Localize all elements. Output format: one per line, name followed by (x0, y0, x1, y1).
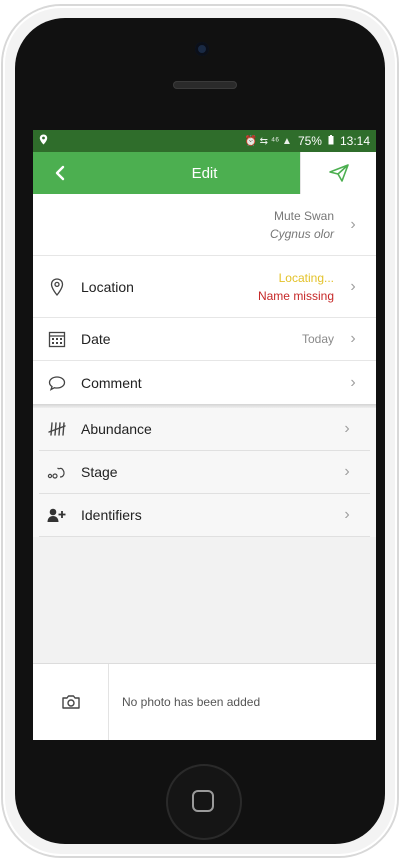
date-row[interactable]: Date Today › (33, 318, 376, 361)
location-values: Locating... Name missing (258, 269, 334, 305)
location-warning: Name missing (257, 288, 334, 303)
chevron-right-icon: › (350, 215, 356, 233)
identifiers-row[interactable]: Identifiers › (39, 494, 370, 537)
photo-bar: No photo has been added (33, 663, 376, 740)
app-header: Edit (33, 152, 376, 194)
comment-row[interactable]: Comment › (33, 361, 376, 404)
front-camera (195, 42, 209, 56)
send-button[interactable] (300, 152, 376, 194)
camera-icon (61, 695, 80, 709)
battery-icon (328, 134, 334, 148)
abundance-row[interactable]: Abundance › (39, 408, 370, 451)
date-value: Today (301, 332, 334, 346)
empty-content-area (33, 556, 376, 664)
optional-attributes: Abundance › Stage › Identifiers › (33, 408, 376, 537)
species-common-name: Mute Swan (273, 208, 334, 223)
status-icons: ⏰ ⇆ ⁴⁶ ▲ (244, 135, 292, 147)
abundance-label: Abundance (81, 421, 152, 437)
chevron-right-icon: › (344, 506, 350, 523)
chevron-right-icon: › (350, 373, 356, 391)
battery-percent: 75% (297, 134, 322, 148)
species-scientific-name: Cygnus olor (269, 226, 334, 241)
speech-bubble-icon (47, 375, 67, 391)
species-row[interactable]: Mute Swan Cygnus olor › (33, 194, 376, 256)
species-names: Mute Swan Cygnus olor (270, 207, 334, 243)
stage-row[interactable]: Stage › (39, 451, 370, 494)
tally-marks-icon (47, 421, 67, 437)
comment-label: Comment (81, 374, 142, 391)
record-attributes: Mute Swan Cygnus olor › Location Locatin… (33, 194, 376, 404)
home-button[interactable] (166, 764, 242, 840)
calendar-icon (47, 330, 67, 348)
chevron-right-icon: › (350, 277, 356, 295)
app-screen: ⏰ ⇆ ⁴⁶ ▲ 75% 13:14 Edit Mute Swan Cygnus… (33, 130, 376, 740)
map-marker-icon (47, 277, 67, 296)
chevron-right-icon: › (344, 420, 350, 437)
clock-time: 13:14 (339, 134, 370, 148)
no-photo-message: No photo has been added (122, 695, 261, 709)
paper-plane-icon (328, 164, 349, 182)
home-square-icon (192, 790, 214, 812)
location-pin-icon (39, 134, 48, 148)
back-button[interactable] (33, 152, 87, 194)
location-status: Locating... (278, 270, 334, 285)
add-person-icon (47, 507, 67, 523)
date-label: Date (81, 331, 111, 347)
add-photo-button[interactable] (33, 664, 109, 740)
identifiers-label: Identifiers (81, 507, 142, 523)
status-bar: ⏰ ⇆ ⁴⁶ ▲ 75% 13:14 (33, 130, 376, 152)
stage-label: Stage (81, 464, 118, 480)
location-label: Location (81, 278, 134, 295)
chevron-left-icon (55, 165, 65, 181)
life-stage-icon (47, 464, 67, 480)
earpiece-speaker (173, 81, 237, 89)
chevron-right-icon: › (344, 463, 350, 480)
chevron-right-icon: › (350, 330, 356, 347)
location-row[interactable]: Location Locating... Name missing › (33, 256, 376, 318)
